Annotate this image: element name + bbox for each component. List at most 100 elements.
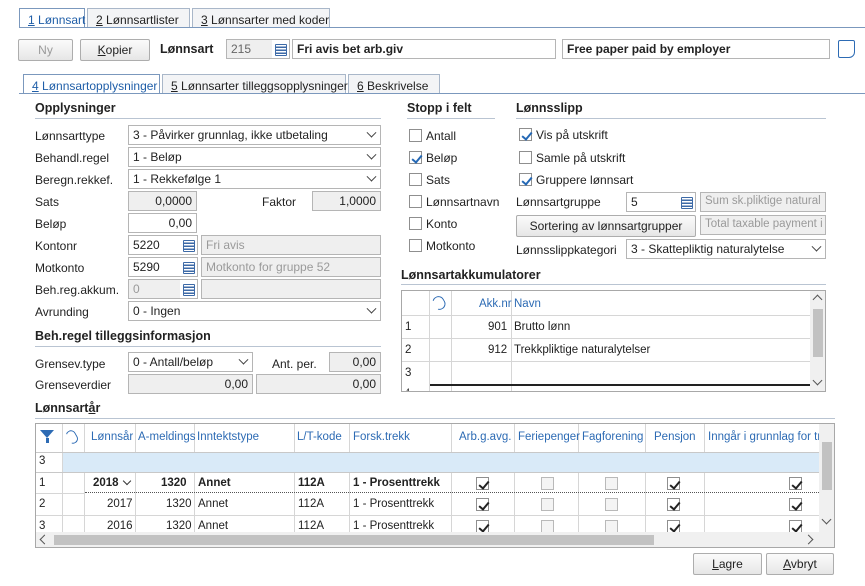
- chevron-up-icon[interactable]: [812, 294, 823, 305]
- amelding-cell[interactable]: 1320: [161, 477, 187, 489]
- grensev-select[interactable]: 0 - Antall/beløp: [128, 352, 253, 372]
- faktor-field[interactable]: 1,0000: [312, 191, 381, 211]
- akk-navn-cell[interactable]: Brutto lønn: [514, 321, 570, 333]
- gruppere-lonnsart-checkbox[interactable]: [519, 173, 532, 186]
- samle-pa-utskrift-checkbox[interactable]: [519, 151, 532, 164]
- behandl-select[interactable]: 1 - Beløp: [128, 147, 381, 167]
- sortering-button[interactable]: Sortering av lønnsartgrupper: [516, 215, 696, 237]
- motkonto-field[interactable]: 5290: [128, 257, 181, 277]
- lookup-icon[interactable]: [180, 279, 198, 299]
- lonnsar-vertical-scrollbar[interactable]: [819, 424, 834, 532]
- inntekt-cell[interactable]: Annet: [198, 477, 231, 489]
- akk-nr-cell[interactable]: 901: [488, 321, 507, 333]
- akk-col-nr-header[interactable]: Akk.nr: [479, 298, 512, 310]
- fag-checkbox[interactable]: [605, 498, 618, 511]
- lonnsart-number-field[interactable]: 215: [226, 39, 273, 59]
- col-lonnsar-header[interactable]: Lønnsår: [91, 431, 133, 443]
- akk-scrollbar[interactable]: [810, 291, 825, 391]
- grense2-field[interactable]: 0,00: [256, 374, 381, 394]
- lonnsar-hscroll-thumb[interactable]: [54, 535, 654, 545]
- col-amelding-header[interactable]: A-meldings: [138, 431, 196, 443]
- tab-lonnsart[interactable]: 1 Lønnsart: [19, 8, 85, 28]
- lonnsart-name-en-field[interactable]: Free paper paid by employer: [562, 39, 830, 59]
- forsk-cell[interactable]: 1 - Prosenttrekk: [353, 498, 434, 510]
- year-cell[interactable]: 2018: [93, 477, 119, 489]
- tab-lonnsarter-med-koder[interactable]: 3 Lønnsarter med koder: [192, 8, 330, 28]
- lt-cell[interactable]: 112A: [298, 498, 324, 510]
- copy-button[interactable]: Kopier: [80, 39, 150, 61]
- stopp-antall-checkbox[interactable]: [409, 129, 422, 142]
- amelding-cell[interactable]: 1320: [166, 498, 192, 510]
- belop-field[interactable]: 0,00: [128, 213, 197, 233]
- lt-cell[interactable]: 112A: [298, 477, 325, 489]
- pensjon-checkbox[interactable]: [667, 498, 680, 511]
- tab-lonnsarter-tilleggsopplysninger[interactable]: 5 Lønnsarter tilleggsopplysninger: [162, 74, 348, 94]
- col-feriepenger-header[interactable]: Feriepenger: [518, 431, 580, 443]
- chevron-down-icon[interactable]: [812, 375, 823, 386]
- inngar-checkbox[interactable]: [789, 498, 802, 511]
- lookup-icon[interactable]: [272, 39, 290, 59]
- lonnsar-grid[interactable]: Lønnsår A-meldings Inntektstype L/T-kode…: [35, 423, 835, 548]
- chevron-down-icon[interactable]: [821, 514, 832, 525]
- inntekt-cell[interactable]: Annet: [198, 498, 228, 510]
- fag-checkbox[interactable]: [605, 477, 618, 490]
- col-inntektstype-header[interactable]: Inntektstype: [197, 431, 259, 443]
- table-row[interactable]: [85, 473, 819, 493]
- cancel-button[interactable]: Avbryt: [766, 553, 834, 575]
- gruppe-field[interactable]: 5: [626, 192, 679, 212]
- akk-col-navn-header[interactable]: Navn: [514, 298, 541, 310]
- akk-nr-cell[interactable]: 912: [488, 344, 507, 356]
- tab-lonnsartopplysninger[interactable]: 4 Lønnsartopplysninger: [23, 74, 160, 94]
- note-icon[interactable]: [838, 40, 855, 58]
- ferie-checkbox[interactable]: [541, 498, 554, 511]
- akk-navn-cell[interactable]: Trekkpliktige naturalytelser: [514, 344, 650, 356]
- akk-scroll-thumb[interactable]: [813, 309, 823, 357]
- chevron-left-icon[interactable]: [39, 534, 50, 545]
- lonnsarttype-select[interactable]: 3 - Påvirker grunnlag, ikke utbetaling: [128, 125, 381, 145]
- col-ltkode-header[interactable]: L/T-kode: [297, 431, 342, 443]
- behreg-field[interactable]: 0: [128, 279, 181, 299]
- lookup-icon[interactable]: [180, 257, 198, 277]
- forsk-cell[interactable]: 1 - Prosenttrekk: [353, 477, 440, 489]
- sats-field[interactable]: 0,0000: [128, 191, 197, 211]
- lonnsart-name-no-field[interactable]: Fri avis bet arb.giv: [292, 39, 556, 59]
- forsk-cell[interactable]: 1 - Prosenttrekk: [353, 520, 434, 532]
- beregn-select[interactable]: 1 - Rekkefølge 1: [128, 169, 381, 189]
- inngar-checkbox[interactable]: [789, 477, 802, 490]
- lt-cell[interactable]: 112A: [298, 520, 324, 532]
- tab-lonnsartlister[interactable]: 2 Lønnsartlister: [87, 8, 190, 28]
- stopp-lonnsartnavn-checkbox[interactable]: [409, 195, 422, 208]
- stopp-konto-checkbox[interactable]: [409, 217, 422, 230]
- avrunding-select[interactable]: 0 - Ingen: [128, 301, 381, 321]
- lonnsar-horizontal-scrollbar[interactable]: [36, 532, 834, 547]
- vis-pa-utskrift-checkbox[interactable]: [519, 128, 532, 141]
- inntekt-cell[interactable]: Annet: [198, 520, 228, 532]
- filter-icon[interactable]: [40, 430, 54, 444]
- amelding-cell[interactable]: 1320: [166, 520, 192, 532]
- lookup-icon[interactable]: [180, 235, 198, 255]
- antper-field[interactable]: 0,00: [329, 352, 381, 372]
- kontonr-field[interactable]: 5220: [128, 235, 181, 255]
- arbg-checkbox[interactable]: [476, 477, 489, 490]
- pensjon-checkbox[interactable]: [667, 477, 680, 490]
- grense1-field[interactable]: 0,00: [128, 374, 253, 394]
- col-fagforening-header[interactable]: Fagforening: [582, 431, 643, 443]
- save-button[interactable]: Lagre: [693, 553, 762, 575]
- lonnsar-vscroll-thumb[interactable]: [822, 442, 832, 490]
- new-button[interactable]: Ny: [18, 39, 73, 61]
- filter-row[interactable]: [63, 453, 819, 472]
- ferie-checkbox[interactable]: [541, 477, 554, 490]
- tab-beskrivelse[interactable]: 6 Beskrivelse: [348, 74, 440, 94]
- kategori-select[interactable]: 3 - Skattepliktig naturalytelse: [626, 239, 826, 259]
- year-cell[interactable]: 2017: [107, 498, 133, 510]
- akk-grid[interactable]: Akk.nr Navn 1 901 Brutto lønn 2 912 Trek…: [401, 290, 826, 392]
- arbg-checkbox[interactable]: [476, 498, 489, 511]
- lookup-icon[interactable]: [678, 192, 696, 212]
- col-inngar-header[interactable]: Inngår i grunnlag for tr: [708, 431, 821, 443]
- year-cell[interactable]: 2016: [107, 520, 133, 532]
- stopp-sats-checkbox[interactable]: [409, 173, 422, 186]
- col-arbgavg-header[interactable]: Arb.g.avg.: [459, 431, 511, 443]
- stopp-belop-checkbox[interactable]: [409, 151, 422, 164]
- stopp-motkonto-checkbox[interactable]: [409, 239, 422, 252]
- chevron-right-icon[interactable]: [803, 534, 814, 545]
